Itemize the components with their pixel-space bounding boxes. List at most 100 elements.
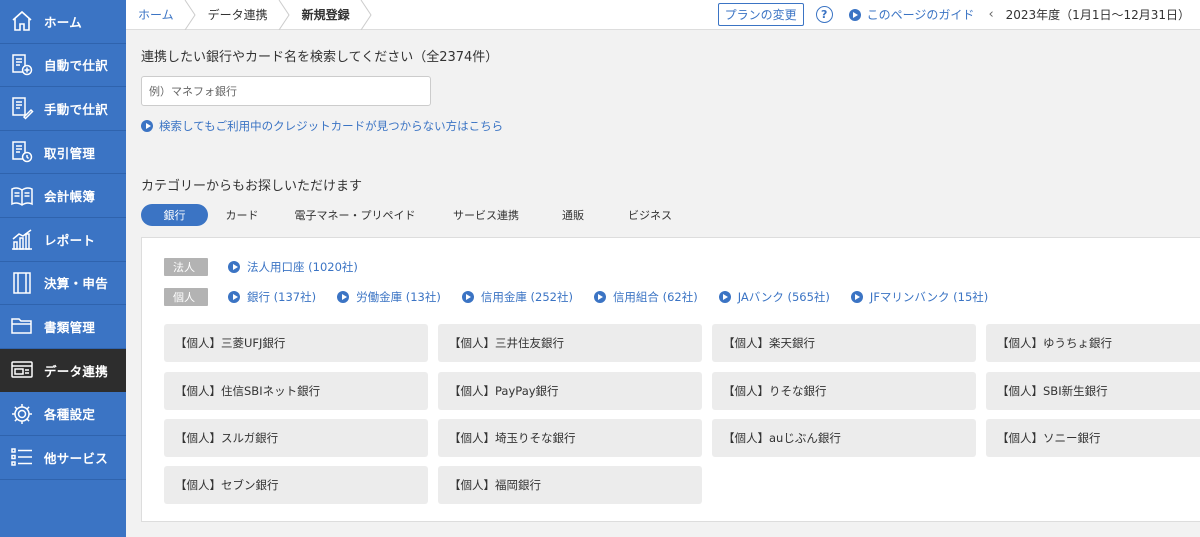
gear-icon — [0, 402, 44, 426]
bank-item[interactable]: 【個人】福岡銀行 — [438, 466, 702, 504]
tab-service[interactable]: サービス連携 — [436, 204, 536, 226]
corporate-tag: 法人 — [164, 258, 208, 276]
sidebar-item-label: レポート — [44, 232, 96, 248]
sidebar-item-transactions[interactable]: 取引管理 — [0, 131, 126, 175]
breadcrumb-home[interactable]: ホーム — [126, 0, 184, 30]
play-icon — [228, 261, 240, 273]
settlement-icon — [0, 271, 44, 295]
breadcrumb-current: 新規登録 — [301, 8, 350, 22]
page-guide-link[interactable]: このページのガイド — [848, 6, 975, 23]
card-not-found-link[interactable]: 検索してもご利用中のクレジットカードが見つからない方はこちら — [141, 118, 503, 134]
tab-ecommerce[interactable]: 通販 — [538, 204, 608, 226]
play-icon — [850, 291, 863, 303]
bank-item[interactable]: 【個人】住信SBIネット銀行 — [164, 372, 428, 410]
bank-item[interactable]: 【個人】ソニー銀行 — [986, 419, 1200, 457]
sidebar-item-label: データ連携 — [44, 363, 109, 379]
sidebar-item-label: 書類管理 — [44, 319, 96, 335]
sidebar-item-home[interactable]: ホーム — [0, 0, 126, 44]
bank-item[interactable]: 【個人】SBI新生銀行 — [986, 372, 1200, 410]
bank-item[interactable]: 【個人】楽天銀行 — [712, 324, 976, 362]
transaction-icon — [0, 140, 44, 164]
home-icon — [0, 9, 44, 33]
tab-e-money[interactable]: 電子マネー・プリペイド — [276, 204, 434, 226]
bank-list-panel: 法人 法人用口座 (1020社) 個人 銀行 (137社) 労働金庫 (13社)… — [141, 237, 1200, 522]
sidebar-item-manual-journal[interactable]: 手動で仕訳 — [0, 87, 126, 131]
sidebar-item-ledger[interactable]: 会計帳簿 — [0, 174, 126, 218]
play-icon — [461, 291, 474, 303]
play-icon — [848, 8, 861, 21]
report-chart-icon — [0, 227, 44, 251]
filter-label: JFマリンバンク (15社) — [869, 290, 989, 304]
sidebar-item-auto-journal[interactable]: 自動で仕訳 — [0, 44, 126, 88]
auto-journal-icon — [0, 53, 44, 77]
bank-item[interactable]: 【個人】三菱UFJ銀行 — [164, 324, 428, 362]
sidebar-item-label: 自動で仕訳 — [44, 58, 109, 74]
play-icon — [593, 291, 606, 303]
play-icon — [228, 291, 240, 303]
bank-item[interactable]: 【個人】ゆうちょ銀行 — [986, 324, 1200, 362]
breadcrumb-separator-icon — [278, 0, 290, 30]
breadcrumb-data-link[interactable]: データ連携 — [196, 0, 278, 30]
filter-jf-marine-bank[interactable]: JFマリンバンク (15社) — [850, 289, 989, 305]
filter-label: 信用金庫 (252社) — [480, 290, 573, 304]
list-icon — [0, 445, 44, 469]
filter-label: 銀行 (137社) — [247, 290, 317, 304]
filter-credit-union[interactable]: 信用組合 (62社) — [593, 289, 698, 305]
sidebar-item-data-link[interactable]: データ連携 — [0, 348, 126, 393]
page-guide-label: このページのガイド — [866, 8, 975, 22]
sidebar-item-other-services[interactable]: 他サービス — [0, 436, 126, 480]
filter-bank[interactable]: 銀行 (137社) — [228, 289, 316, 305]
sidebar-item-label: 決算・申告 — [44, 276, 109, 292]
bank-item[interactable]: 【個人】スルガ銀行 — [164, 419, 428, 457]
card-not-found-label: 検索してもご利用中のクレジットカードが見つからない方はこちら — [159, 119, 504, 133]
personal-tag: 個人 — [164, 288, 208, 306]
data-link-icon — [0, 358, 44, 382]
play-icon — [141, 120, 153, 132]
filter-shinkin[interactable]: 信用金庫 (252社) — [461, 289, 573, 305]
header-bar: ホーム データ連携 新規登録 プランの変更 ? このページのガイド ‹ 2023… — [126, 0, 1200, 30]
play-icon — [337, 291, 350, 303]
fiscal-year-label[interactable]: 2023年度（1月1日〜12月31日） — [1006, 6, 1190, 23]
bank-item[interactable]: 【個人】りそな銀行 — [712, 372, 976, 410]
filter-label: 法人用口座 (1020社) — [247, 260, 358, 274]
plan-change-button[interactable]: プランの変更 — [717, 3, 804, 26]
category-tabs: 銀行 カード 電子マネー・プリペイド サービス連携 通販 ビジネス — [141, 204, 692, 226]
sidebar-item-label: 取引管理 — [44, 145, 96, 161]
filter-ja-bank[interactable]: JAバンク (565社) — [718, 289, 830, 305]
sidebar-item-report[interactable]: レポート — [0, 218, 126, 262]
filter-labor-bank[interactable]: 労働金庫 (13社) — [337, 289, 441, 305]
category-title: カテゴリーからもお探しいただけます — [141, 179, 363, 194]
bank-item[interactable]: 【個人】埼玉りそな銀行 — [438, 419, 702, 457]
sidebar-item-documents[interactable]: 書類管理 — [0, 305, 126, 349]
sidebar-item-label: 各種設定 — [44, 407, 96, 423]
sidebar-item-settings[interactable]: 各種設定 — [0, 392, 126, 436]
tab-card[interactable]: カード — [210, 204, 274, 226]
help-icon[interactable]: ? — [815, 6, 833, 23]
personal-filter-row: 個人 銀行 (137社) 労働金庫 (13社) 信用金庫 (252社) 信用組合… — [164, 288, 1009, 306]
bank-item[interactable]: 【個人】セブン銀行 — [164, 466, 428, 504]
bank-item[interactable]: 【個人】三井住友銀行 — [438, 324, 702, 362]
sidebar-item-label: 他サービス — [44, 450, 109, 466]
play-icon — [718, 291, 731, 303]
tab-business[interactable]: ビジネス — [610, 204, 690, 226]
manual-journal-icon — [0, 96, 44, 121]
bank-item[interactable]: 【個人】auじぶん銀行 — [712, 419, 976, 457]
bank-search-input[interactable] — [141, 76, 431, 106]
filter-corporate-account[interactable]: 法人用口座 (1020社) — [228, 259, 358, 275]
corporate-filter-row: 法人 法人用口座 (1020社) — [164, 258, 379, 276]
ledger-book-icon — [0, 184, 44, 208]
tab-bank[interactable]: 銀行 — [141, 204, 208, 226]
sidebar: ホーム 自動で仕訳 手動で仕訳 取引管理 会計帳簿 レポート 決算・申告 書類管… — [0, 0, 126, 537]
header-actions: プランの変更 ? このページのガイド ‹ 2023年度（1月1日〜12月31日） — [717, 0, 1200, 30]
sidebar-item-label: 会計帳簿 — [44, 189, 96, 205]
breadcrumb-separator-icon — [360, 0, 372, 30]
sidebar-item-label: 手動で仕訳 — [44, 101, 109, 117]
fiscal-year-prev-icon[interactable]: ‹ — [988, 7, 993, 22]
sidebar-item-settlement[interactable]: 決算・申告 — [0, 262, 126, 306]
folder-icon — [0, 314, 44, 338]
filter-label: 信用組合 (62社) — [612, 290, 698, 304]
bank-item[interactable]: 【個人】PayPay銀行 — [438, 372, 702, 410]
breadcrumb-separator-icon — [184, 0, 196, 30]
sidebar-item-label: ホーム — [44, 14, 83, 30]
search-title: 連携したい銀行やカード名を検索してください（全2374件） — [141, 50, 499, 65]
